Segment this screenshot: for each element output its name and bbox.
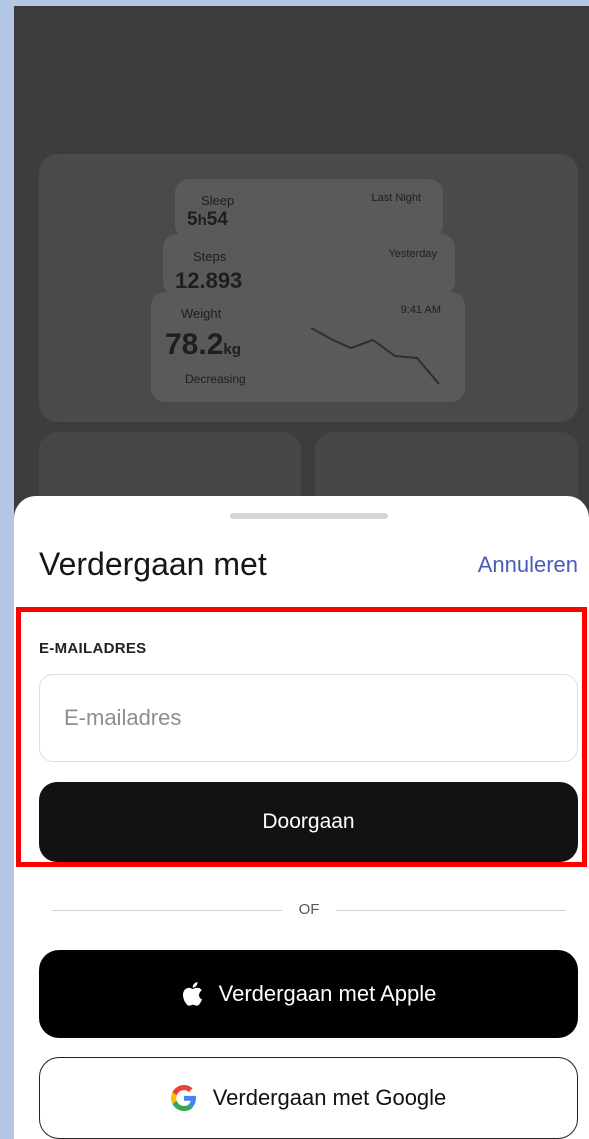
sheet-grabber[interactable] [230,513,388,519]
sleep-time: Last Night [371,192,421,204]
weight-label: Weight [181,306,222,321]
weight-widget: Weight 9:41 AM 78.2kg Decreasing [151,292,465,402]
google-logo-icon [170,1085,196,1111]
apple-button-label: Verdergaan met Apple [218,981,437,1006]
steps-time: Yesterday [388,248,437,260]
divider-line-right [336,910,566,911]
health-summary-card: Sleep Last Night 5h54 Steps Yesterday 12… [39,154,578,422]
sign-in-sheet: Verdergaan met Annuleren E-MAILADRES Doo… [14,496,589,1139]
app-screen: Sleep Last Night 5h54 Steps Yesterday 12… [14,6,589,1139]
steps-value: 12.893 [175,268,243,293]
weight-trend: Decreasing [185,372,246,386]
weight-time: 9:41 AM [400,304,441,316]
continue-with-google-button[interactable]: Verdergaan met Google [39,1057,578,1139]
steps-widget: Steps Yesterday 12.893 [163,234,455,296]
cancel-button[interactable]: Annuleren [478,552,578,578]
google-button-label: Verdergaan met Google [212,1085,447,1110]
or-divider: OF [52,900,566,920]
continue-button[interactable]: Doorgaan [39,782,578,862]
email-label: E-MAILADRES [39,640,147,657]
sheet-title: Verdergaan met [39,546,267,582]
steps-label: Steps [193,249,227,264]
apple-logo-icon [182,982,202,1006]
weight-trend-line [310,327,440,385]
weight-value: 78.2kg [165,328,241,361]
sleep-value: 5h54 [187,209,228,230]
continue-with-apple-button[interactable]: Verdergaan met Apple [39,950,578,1038]
sleep-label: Sleep [201,193,235,208]
email-input[interactable] [39,674,578,762]
sleep-widget: Sleep Last Night 5h54 [175,179,443,239]
